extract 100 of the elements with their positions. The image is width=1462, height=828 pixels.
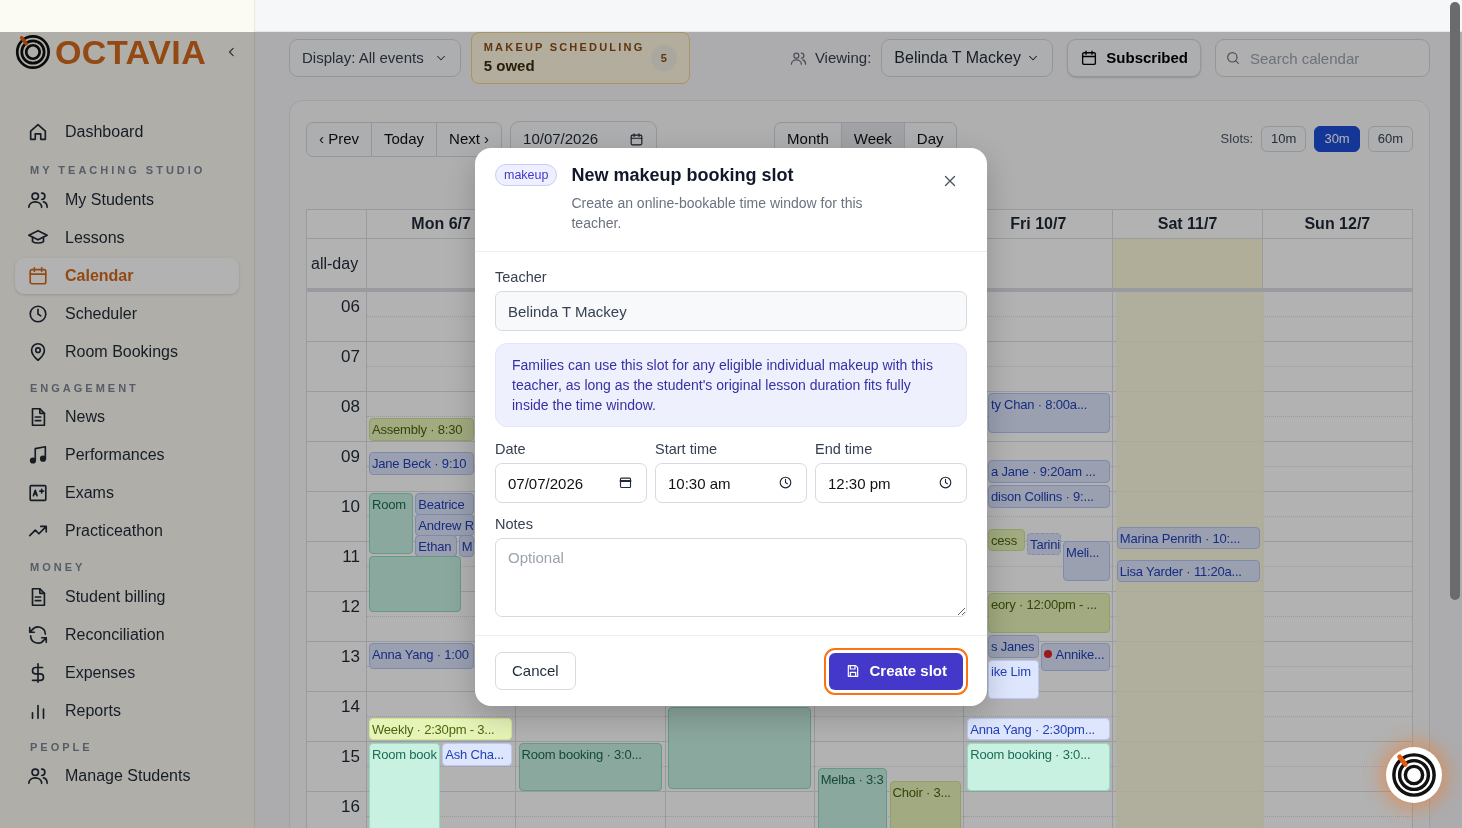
notes-field[interactable]: Optional — [495, 538, 967, 617]
teacher-select[interactable]: Belinda T Mackey — [881, 39, 1054, 77]
section-label: MONEY — [29, 560, 87, 575]
calendar-event[interactable]: Ethan — [415, 534, 457, 557]
time-label: 08 — [307, 392, 367, 442]
nav-item[interactable]: Dashboard — [15, 114, 239, 150]
nav-item[interactable]: Expenses — [15, 654, 239, 691]
calendar-event[interactable]: cess — [988, 529, 1026, 551]
field-label: Notes — [495, 515, 534, 534]
calendar-event[interactable]: Jane Beck · 9:10 — [369, 451, 474, 475]
calendar-event[interactable]: Assembly · 8:30 — [369, 418, 474, 441]
slots-label: Slots: — [1220, 130, 1254, 149]
field-label: Teacher — [495, 268, 548, 287]
nav-item[interactable]: My Students — [15, 181, 239, 218]
status-dot — [1043, 650, 1052, 658]
calendar-icon — [27, 264, 49, 287]
scrollbar[interactable] — [1450, 2, 1460, 600]
nav-button[interactable]: Today — [372, 122, 438, 156]
calendar-event[interactable]: Room book — [369, 743, 441, 828]
slot-button[interactable]: 10m — [1261, 126, 1307, 152]
section-label: PEOPLE — [29, 739, 94, 755]
card-title: MAKEUP SCHEDULING — [483, 39, 645, 55]
viewing-label: Viewing: — [814, 47, 872, 68]
nav-item[interactable]: Exams — [15, 475, 239, 511]
calendar-event[interactable]: ty Chan · 8:00a... — [988, 393, 1111, 433]
nav-button[interactable]: ‹ Prev — [307, 122, 372, 156]
nav-item[interactable]: Reconciliation — [15, 616, 239, 653]
view-tab[interactable]: Day — [904, 122, 956, 156]
slot-button[interactable]: 30m — [1314, 126, 1360, 152]
time-label: 11 — [307, 542, 367, 592]
field-label: Start time — [655, 440, 719, 459]
nav-item[interactable]: Lessons — [15, 219, 239, 256]
calendar-event[interactable]: Weekly · 2:30pm - 3... — [369, 718, 513, 740]
info-message: Families can use this slot for any eligible individual makeup with this teacher, as long as the student's original lesson duration fits fully inside the time window. — [495, 343, 967, 427]
calendar-event[interactable]: Melba · 3:3 — [817, 768, 888, 828]
calendar-event[interactable]: Andrew R — [415, 514, 474, 536]
calendar-event[interactable]: a Jane · 9:20am ... — [988, 459, 1111, 483]
search-icon — [1225, 50, 1241, 66]
calendar-event[interactable]: Tarini — [1027, 533, 1061, 555]
calendar-event[interactable]: Lisa Yarder · 11:20a... — [1116, 560, 1260, 582]
calendar-event[interactable]: Room booking · 3:0... — [967, 743, 1111, 791]
cancel-button[interactable]: Cancel — [495, 652, 576, 690]
teacher-field[interactable]: Belinda T Mackey — [495, 291, 967, 331]
calendar-event[interactable]: eory · 12:00pm - ... — [988, 593, 1111, 633]
calendar-event[interactable] — [369, 555, 462, 612]
nav-item[interactable]: Reports — [15, 692, 239, 729]
date-field[interactable]: 07/07/2026 — [495, 463, 647, 503]
section-label: MY TEACHING STUDIO — [29, 163, 207, 178]
time-label: 09 — [307, 442, 367, 492]
time-label: 13 — [307, 642, 367, 692]
nav-item[interactable]: Scheduler — [15, 295, 239, 332]
calendar-icon — [1080, 49, 1099, 67]
calendar-event[interactable]: Room — [369, 493, 414, 554]
clock-icon — [937, 475, 953, 490]
tag: makeup — [495, 164, 558, 186]
calendar-event[interactable]: Ash Cha... — [442, 743, 513, 766]
calendar-event[interactable]: Annike... — [1040, 643, 1111, 671]
refresh-icon — [27, 623, 49, 646]
time-field[interactable]: 12:30 pm — [814, 463, 967, 503]
nav-item[interactable]: Room Bookings — [15, 333, 239, 370]
time-field[interactable]: 10:30 am — [655, 463, 807, 503]
calendar-event[interactable]: Choir · 3... — [889, 780, 961, 828]
calendar-event[interactable]: Marina Penrith · 10:... — [1116, 527, 1260, 549]
calendar-event[interactable]: s Janes — [988, 634, 1039, 658]
home-icon — [27, 121, 49, 143]
slot-button[interactable]: 60m — [1367, 126, 1413, 152]
time-label: 06 — [307, 292, 367, 342]
section-label: ENGAGEMENT — [29, 380, 140, 396]
time-label: 16 — [307, 792, 367, 828]
calendar-event[interactable]: ike Lim — [988, 659, 1039, 699]
calendar-event[interactable]: Beatrice — [415, 493, 474, 515]
calendar-event[interactable]: Meli... — [1063, 540, 1111, 581]
calendar-icon — [618, 475, 633, 490]
time-label: 14 — [307, 692, 367, 742]
calendar-event[interactable] — [668, 707, 812, 789]
nav-item[interactable]: Performances — [15, 437, 239, 473]
display-dropdown[interactable]: Display: All events — [289, 39, 461, 77]
music-note-icon — [27, 444, 49, 466]
time-label: 12 — [307, 592, 367, 642]
calendar-event[interactable]: M — [458, 534, 474, 557]
day-header: Sun 12/7 — [1262, 210, 1412, 239]
users-icon — [27, 765, 49, 787]
owed-count: 5 owed — [483, 56, 536, 76]
clock-icon — [27, 302, 49, 325]
logo-icon — [1391, 752, 1437, 798]
calendar-event[interactable]: dison Collins · 9:... — [988, 484, 1111, 508]
search-field[interactable]: Search calendar — [1215, 39, 1430, 77]
nav-item[interactable]: News — [15, 399, 239, 435]
nav-item[interactable]: Student billing — [15, 578, 239, 615]
makeup-card[interactable]: MAKEUP SCHEDULING 5 owed 5 — [470, 32, 690, 84]
nav-button[interactable]: Next › — [437, 122, 502, 156]
time-label: 07 — [307, 342, 367, 392]
calendar-event[interactable]: Anna Yang · 2:30pm... — [967, 718, 1111, 740]
dialog-subtitle: Create an online-bookable time window for this teacher. — [571, 194, 864, 233]
calendar-event[interactable]: Anna Yang · 1:00 — [369, 643, 474, 669]
subscribed-button[interactable]: Subscribed — [1067, 39, 1201, 77]
all-day-label: all-day — [311, 253, 359, 274]
nav-item[interactable]: Manage Students — [15, 758, 239, 794]
nav-item[interactable]: Practiceathon — [15, 513, 239, 549]
calendar-event[interactable]: Room booking · 3:0... — [518, 743, 662, 791]
